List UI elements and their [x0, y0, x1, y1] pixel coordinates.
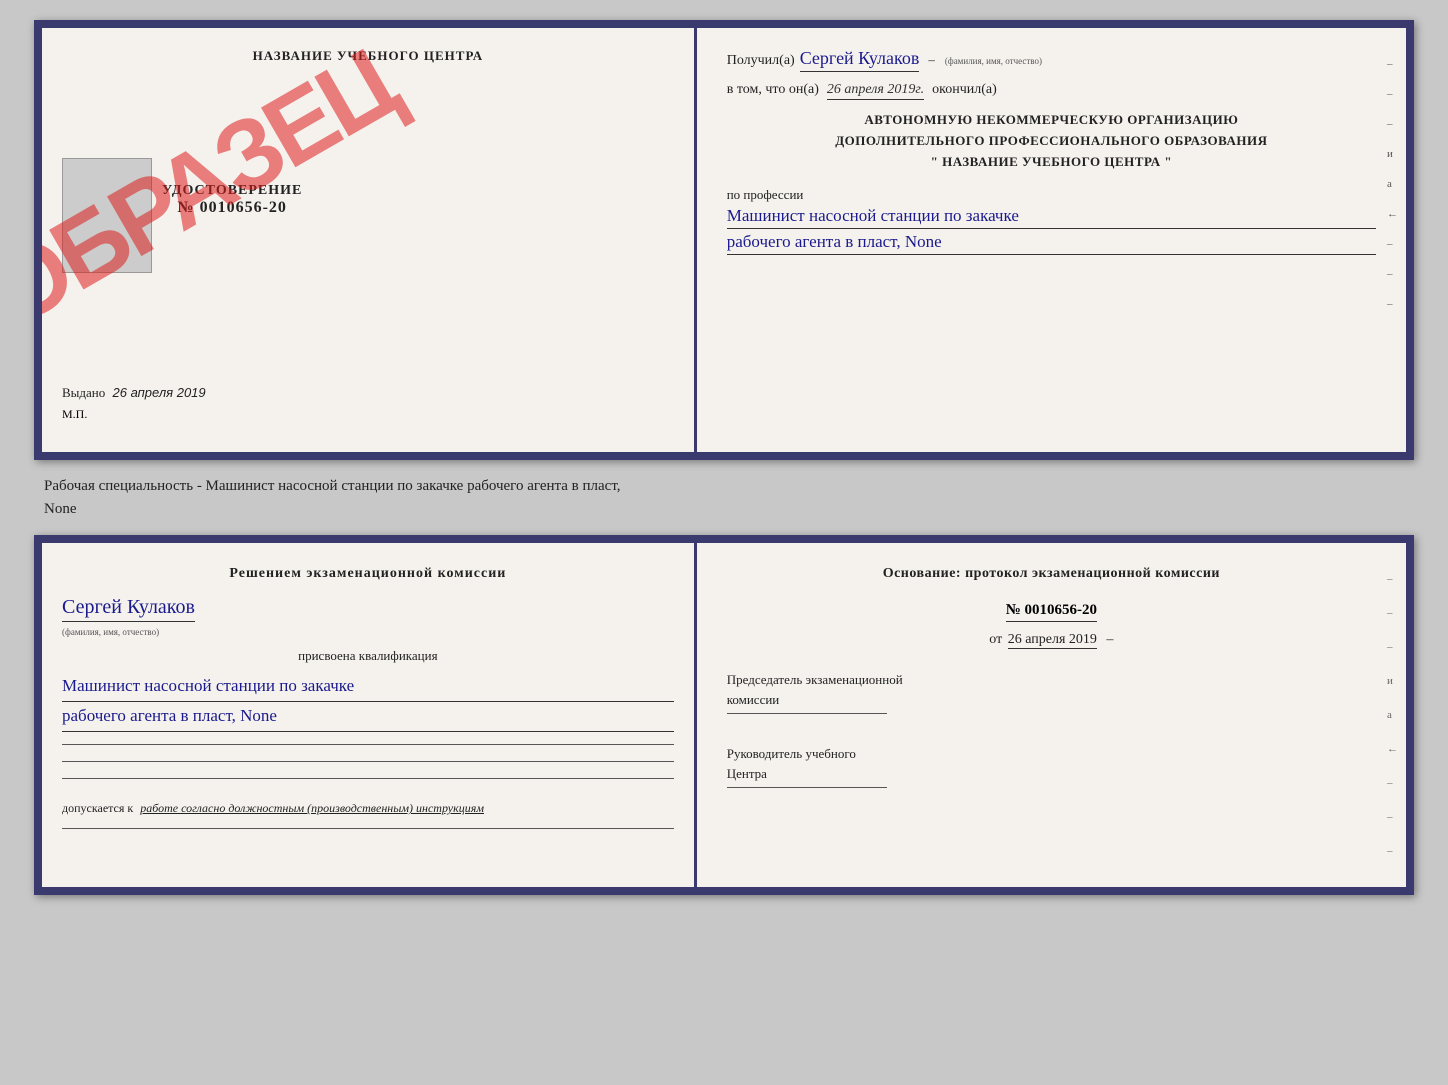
- qual-line2: рабочего агента в пласт, None: [62, 702, 674, 732]
- certificate-bottom: Решением экзаменационной комиссии Сергей…: [34, 535, 1414, 895]
- profession-line2: рабочего агента в пласт, None: [727, 232, 1376, 255]
- separator1: [62, 744, 674, 745]
- predsedatel-sign-line: [727, 713, 887, 714]
- protocol-num: № 0010656-20: [1006, 602, 1097, 622]
- certificate-top: НАЗВАНИЕ УЧЕБНОГО ЦЕНТРА ОБРАЗЕЦ УДОСТОВ…: [34, 20, 1414, 460]
- decision-name: Сергей Кулаков: [62, 596, 195, 622]
- dopuskaetsya-line: допускается к работе согласно должностны…: [62, 801, 674, 816]
- udostoverenie-num: № 0010656-20: [162, 199, 302, 217]
- fio-hint-bottom: (фамилия, имя, отчество): [62, 627, 159, 637]
- cert-left-bottom: Выдано 26 апреля 2019 М.П.: [62, 385, 674, 422]
- middle-text: Рабочая специальность - Машинист насосно…: [34, 470, 1414, 525]
- prisvoena-text: присвоена квалификация: [62, 648, 674, 664]
- udostoverenie-label: УДОСТОВЕРЕНИЕ: [162, 183, 302, 199]
- vtom-prefix: в том, что он(а): [727, 82, 819, 98]
- po-professii-label: по профессии: [727, 187, 804, 202]
- cert-right-panel: Получил(а) Сергей Кулаков – (фамилия, им…: [697, 28, 1406, 452]
- mp-label: М.П.: [62, 407, 674, 422]
- okonchil: окончил(а): [932, 82, 997, 98]
- dopusk-prefix: допускается к: [62, 801, 133, 815]
- separator3: [62, 778, 674, 779]
- poluchil-name: Сергей Кулаков: [800, 48, 920, 72]
- separator2: [62, 761, 674, 762]
- rukovoditel-sign-line: [727, 787, 887, 788]
- org-line2: ДОПОЛНИТЕЛЬНОГО ПРОФЕССИОНАЛЬНОГО ОБРАЗО…: [727, 131, 1376, 152]
- rukovoditel-block: Руководитель учебного Центра: [727, 744, 1376, 792]
- vtom-date: 26 апреля 2019г.: [827, 82, 924, 100]
- poluchil-prefix: Получил(а): [727, 53, 795, 69]
- separator4: [62, 828, 674, 829]
- cert-bottom-right: Основание: протокол экзаменационной коми…: [697, 543, 1406, 887]
- protocol-block: № 0010656-20: [727, 601, 1376, 622]
- rukovoditel-line2: Центра: [727, 764, 1376, 784]
- org-line3: " НАЗВАНИЕ УЧЕБНОГО ЦЕНТРА ": [727, 152, 1376, 173]
- profession-line1: Машинист насосной станции по закачке: [727, 206, 1376, 229]
- po-professii: по профессии Машинист насосной станции п…: [727, 187, 1376, 255]
- udostoverenie-block: УДОСТОВЕРЕНИЕ № 0010656-20: [162, 183, 302, 217]
- fio-hint-top: (фамилия, имя, отчество): [945, 56, 1042, 66]
- ot-date: 26 апреля 2019: [1008, 632, 1097, 649]
- decision-text: Решением экзаменационной комиссии: [62, 563, 674, 584]
- left-title: НАЗВАНИЕ УЧЕБНОГО ЦЕНТРА: [62, 48, 674, 64]
- photo-placeholder: [62, 158, 152, 273]
- middle-line2: None: [44, 498, 1404, 521]
- middle-line1: Рабочая специальность - Машинист насосно…: [44, 475, 1404, 498]
- qual-line1: Машинист насосной станции по закачке: [62, 672, 674, 702]
- org-block: АВТОНОМНУЮ НЕКОММЕРЧЕСКУЮ ОРГАНИЗАЦИЮ ДО…: [727, 110, 1376, 172]
- rukovoditel-line1: Руководитель учебного: [727, 744, 1376, 764]
- dopusk-text: работе согласно должностным (производств…: [140, 801, 484, 815]
- ot-prefix: от: [989, 632, 1002, 647]
- ot-date-line: от 26 апреля 2019 –: [727, 632, 1376, 648]
- vydano-date: 26 апреля 2019: [113, 385, 206, 400]
- vydano-line: Выдано 26 апреля 2019: [62, 385, 674, 401]
- decision-name-block: Сергей Кулаков (фамилия, имя, отчество): [62, 596, 674, 640]
- cert-left-panel: НАЗВАНИЕ УЧЕБНОГО ЦЕНТРА ОБРАЗЕЦ УДОСТОВ…: [42, 28, 697, 452]
- vydano-prefix: Выдано: [62, 385, 105, 400]
- predsedatel-block: Председатель экзаменационной комиссии: [727, 670, 1376, 718]
- right-side-marks-bottom: – – – и а ← – – –: [1387, 573, 1398, 857]
- vtom-line: в том, что он(а) 26 апреля 2019г. окончи…: [727, 82, 1376, 100]
- predsedatel-line2: комиссии: [727, 690, 1376, 710]
- cert-bottom-left: Решением экзаменационной комиссии Сергей…: [42, 543, 697, 887]
- qual-block: Машинист насосной станции по закачке раб…: [62, 672, 674, 732]
- osnov-text: Основание: протокол экзаменационной коми…: [727, 563, 1376, 585]
- page-wrapper: НАЗВАНИЕ УЧЕБНОГО ЦЕНТРА ОБРАЗЕЦ УДОСТОВ…: [20, 20, 1428, 895]
- predsedatel-line1: Председатель экзаменационной: [727, 670, 1376, 690]
- org-line1: АВТОНОМНУЮ НЕКОММЕРЧЕСКУЮ ОРГАНИЗАЦИЮ: [727, 110, 1376, 131]
- right-side-marks-top: – – – и а ← – – –: [1387, 58, 1398, 310]
- poluchil-line: Получил(а) Сергей Кулаков – (фамилия, им…: [727, 48, 1376, 72]
